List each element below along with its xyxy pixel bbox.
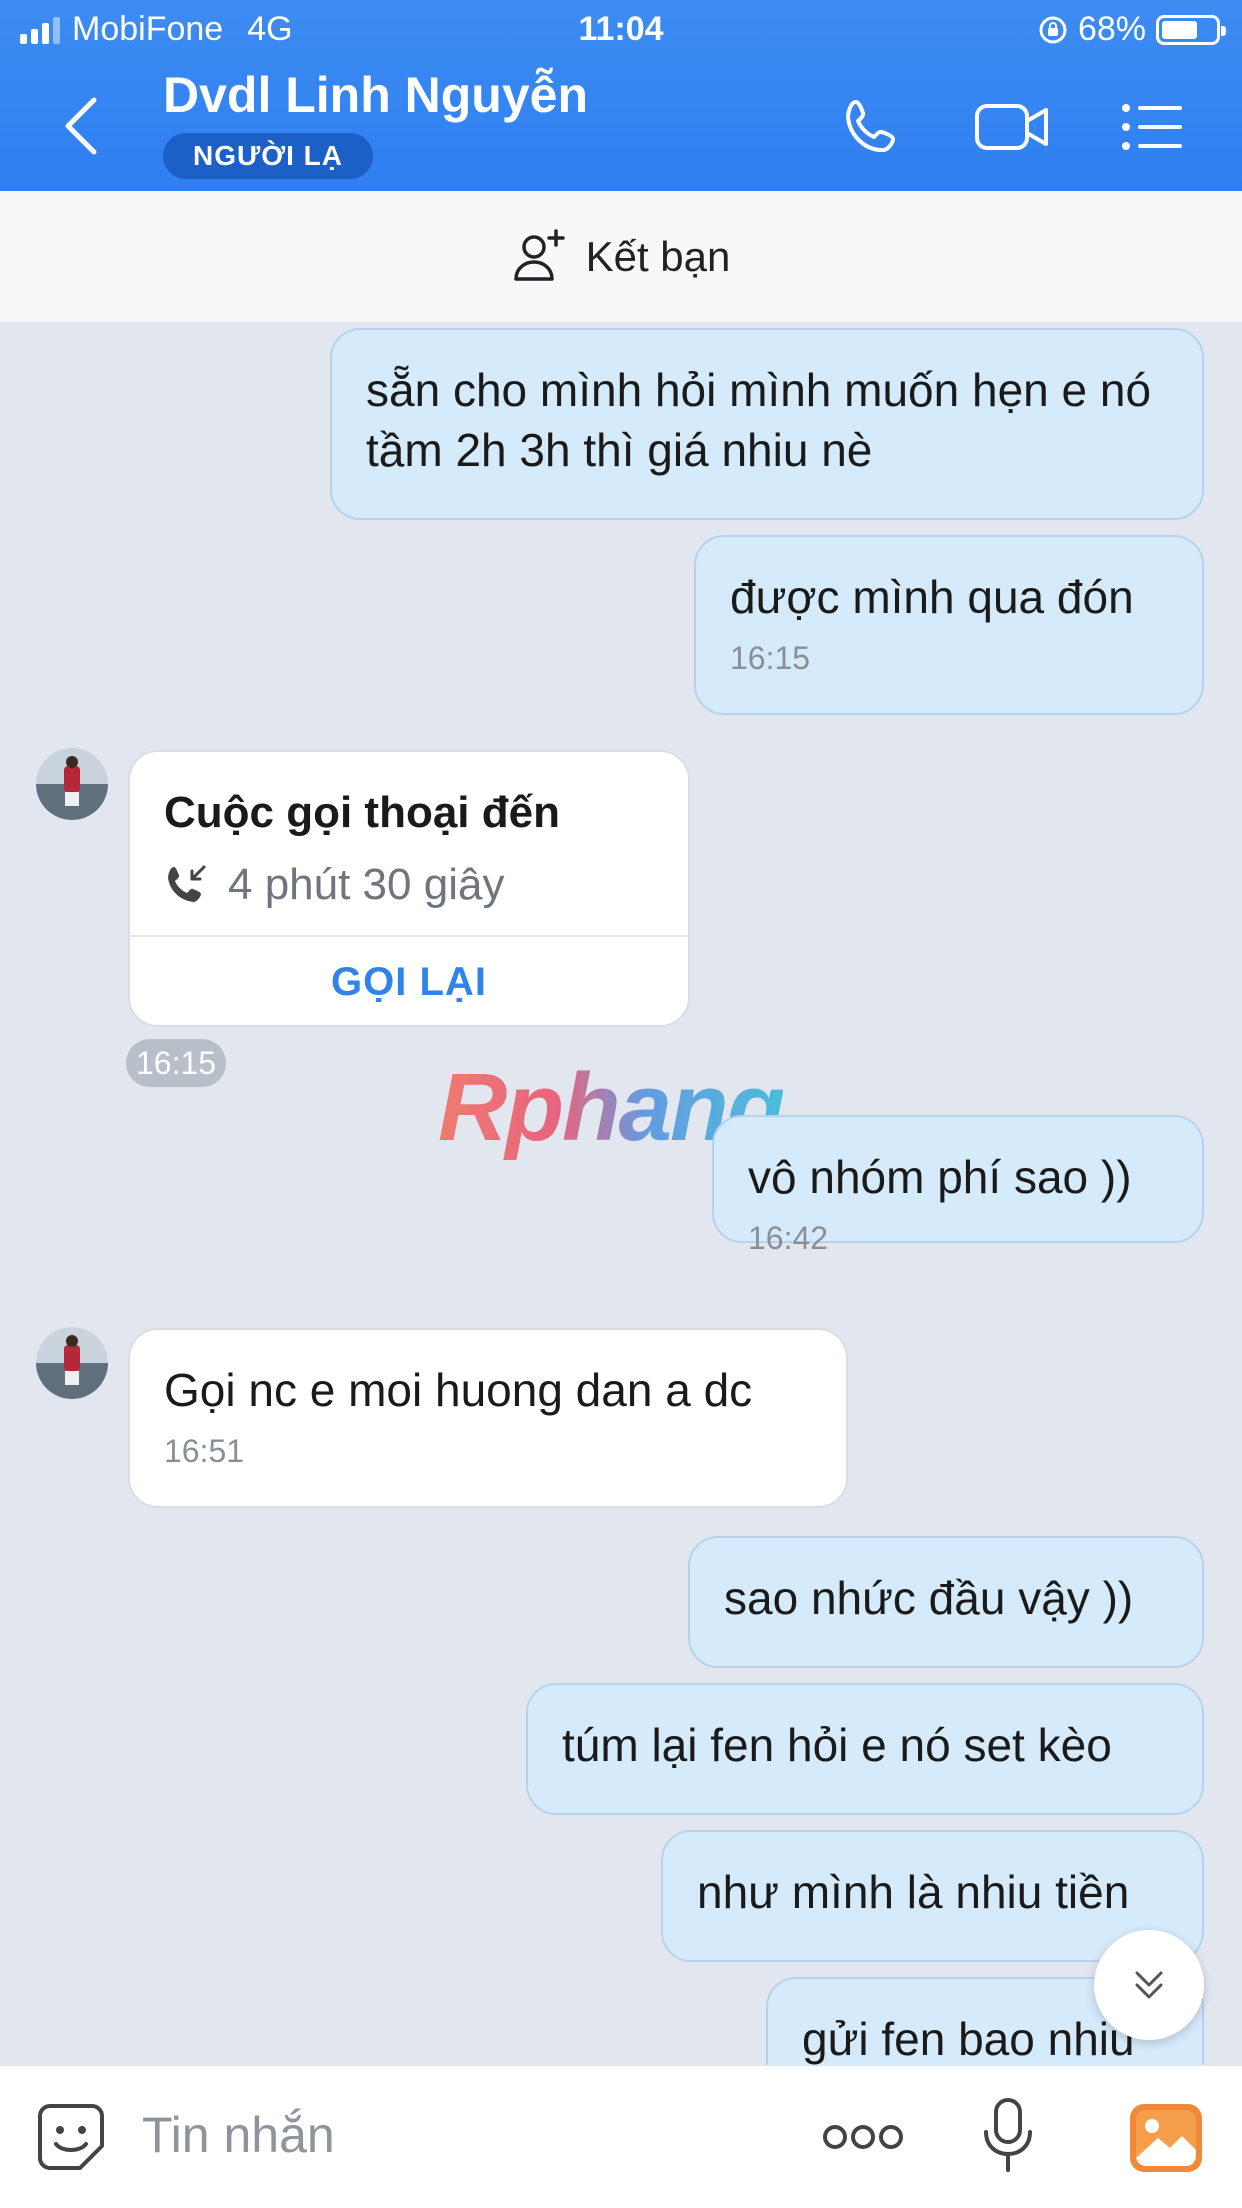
message-time: 16:51 [164, 1433, 245, 1469]
avatar-photo [36, 1327, 108, 1399]
message-text: sao nhức đầu vậy )) [724, 1572, 1134, 1624]
call-back-button[interactable]: GỌI LẠI [130, 935, 688, 1025]
back-chevron-icon[interactable] [60, 96, 100, 156]
microphone-icon[interactable] [980, 2096, 1036, 2176]
message-bubble-out[interactable]: túm lại fen hỏi e nó set kèo [526, 1683, 1204, 1815]
message-time: 16:42 [748, 1220, 829, 1256]
message-text: túm lại fen hỏi e nó set kèo [562, 1719, 1112, 1771]
more-dots-icon[interactable] [822, 2122, 904, 2152]
status-right: 68% [1038, 10, 1226, 49]
avatar[interactable] [36, 1327, 108, 1399]
phone-icon[interactable] [842, 96, 904, 158]
avatar-photo [36, 748, 108, 820]
avatar[interactable] [36, 748, 108, 820]
message-text: vô nhóm phí sao )) [748, 1151, 1132, 1203]
add-friend-label: Kết bạn [585, 232, 731, 280]
message-time: 16:15 [730, 640, 811, 676]
incoming-call-icon [168, 865, 206, 902]
battery-icon [1156, 14, 1226, 45]
menu-list-icon[interactable] [1120, 96, 1184, 158]
sticker-icon[interactable] [36, 2102, 106, 2172]
call-title: Cuộc gọi thoại đến [164, 788, 560, 837]
message-bubble-in[interactable]: Gọi nc e moi huong dan a dc 16:51 [128, 1328, 848, 1508]
call-duration: 4 phút 30 giây [228, 860, 505, 909]
chat-area[interactable]: sẵn cho mình hỏi mình muốn hẹn e nó tầm … [0, 323, 1242, 2065]
gallery-icon[interactable] [1128, 2102, 1204, 2174]
message-text: Gọi nc e moi huong dan a dc [164, 1364, 753, 1416]
message-text: sẵn cho mình hỏi mình muốn hẹn e nó tầm … [366, 364, 1152, 476]
call-time-pill: 16:15 [126, 1039, 227, 1087]
message-input[interactable]: Tin nhắn [142, 2106, 335, 2164]
message-text: như mình là nhiu tiền [697, 1866, 1130, 1918]
double-chevron-down-icon [1135, 1971, 1163, 1999]
battery-fill [1162, 20, 1198, 39]
add-friend-icon [513, 228, 565, 281]
message-input-bar: Tin nhắn [0, 2065, 1242, 2208]
rotation-lock-icon [1039, 16, 1067, 43]
battery-percent: 68% [1077, 10, 1146, 48]
contact-name[interactable]: Dvdl Linh Nguyễn [163, 66, 588, 124]
stranger-badge: NGƯỜI LẠ [163, 133, 373, 179]
chat-header: MobiFone 4G 11:04 68% Dvdl Linh Nguyễn N… [0, 0, 1242, 191]
message-bubble-out[interactable]: sẵn cho mình hỏi mình muốn hẹn e nó tầm … [330, 328, 1204, 520]
add-friend-bar[interactable]: Kết bạn [0, 191, 1242, 323]
message-text: được mình qua đón [730, 571, 1134, 623]
scroll-to-bottom-button[interactable] [1094, 1930, 1204, 2040]
message-bubble-out[interactable]: được mình qua đón 16:15 [694, 535, 1204, 715]
message-bubble-out[interactable]: vô nhóm phí sao )) 16:42 [712, 1115, 1204, 1256]
message-bubble-out[interactable]: sao nhức đầu vậy )) [688, 1536, 1204, 1668]
status-bar: MobiFone 4G 11:04 68% [0, 10, 1242, 54]
call-duration-row: 4 phút 30 giây [164, 860, 504, 910]
video-camera-icon[interactable] [974, 96, 1050, 158]
call-card: Cuộc gọi thoại đến 4 phút 30 giây GỌI LẠ… [128, 750, 690, 1027]
